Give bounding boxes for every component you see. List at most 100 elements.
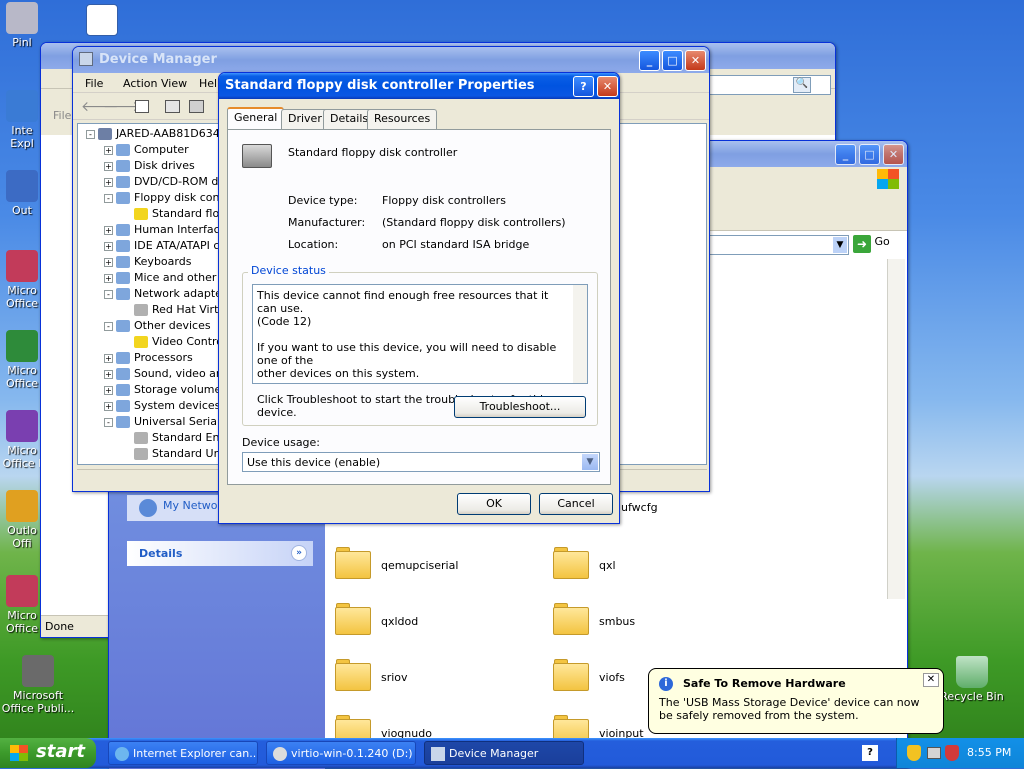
tree-expander-icon[interactable]: + [104,145,113,155]
security-shield-icon[interactable] [907,745,921,761]
folder-label[interactable]: qemupciserial [381,559,458,572]
folder-icon[interactable] [335,659,371,691]
folder-icon[interactable] [553,659,589,691]
desktop-icon-3[interactable]: Micro Office [0,250,44,310]
network-places-icon [139,499,157,517]
explorer-minimize-button[interactable]: _ [835,144,856,165]
tab-resources[interactable]: Resources [367,109,438,129]
details-panel-header[interactable]: Details » [127,541,313,566]
balloon-close-icon[interactable]: ✕ [923,673,939,687]
tree-item[interactable]: + Disk drives [104,158,195,174]
dm-menu-action[interactable]: Action [123,77,157,90]
word-doc-icon-shortcut[interactable] [82,4,122,38]
folder-label[interactable]: sriov [381,671,408,684]
tree-expander-icon[interactable]: + [104,353,113,363]
taskbar-virtio-button[interactable]: virtio-win-0.1.240 (D:) [266,741,416,765]
desktop-icon-5[interactable]: Micro Office I [0,410,44,470]
tree-expander-icon[interactable]: + [104,225,113,235]
properties-icon[interactable] [165,100,180,113]
help-button[interactable]: ? [573,76,594,97]
tab-general[interactable]: General [227,107,285,129]
device-manager-close-button[interactable]: ✕ [685,50,706,71]
properties-title-bar[interactable]: Standard floppy disk controller Properti… [219,73,619,99]
tree-item[interactable]: - JARED-AAB81D634 [86,126,220,142]
show-hide-tree-icon[interactable] [135,100,149,113]
explorer-maximize-button[interactable]: □ [859,144,880,165]
device-status-textbox[interactable]: This device cannot find enough free reso… [252,284,588,419]
desktop-icon-8[interactable]: Microsoft Office Publi... [0,655,76,715]
alert-shield-icon[interactable] [945,745,959,761]
dm-menu-file[interactable]: File [85,77,103,90]
folder-label[interactable]: viofs [599,671,625,684]
folder-label[interactable]: qxl [599,559,616,572]
tree-expander-icon[interactable]: - [104,417,113,427]
tree-expander-icon[interactable]: - [104,289,113,299]
folder-label[interactable]: smbus [599,615,635,628]
desktop-icon-4[interactable]: Micro Office [0,330,44,390]
taskbar-ie-button[interactable]: Internet Explorer can... [108,741,258,765]
device-usage-select[interactable]: Use this device (enable) ▼ [242,452,600,472]
start-button[interactable]: start [0,738,96,768]
partial-file-label: ufwcfg [621,501,658,514]
folder-icon[interactable] [335,547,371,579]
ok-button[interactable]: OK [457,493,531,515]
folder-icon[interactable] [553,547,589,579]
device-category-icon [98,128,112,140]
device-manager-maximize-button[interactable]: □ [662,50,683,71]
desktop-icon-6[interactable]: Outlo Offi [0,490,44,550]
explorer-address-dropdown-icon[interactable]: ▼ [833,237,847,253]
tree-expander-icon[interactable]: + [104,241,113,251]
folder-icon[interactable] [553,603,589,635]
tree-expander-icon[interactable]: + [104,369,113,379]
explorer-address-dropdown[interactable] [709,235,849,255]
tree-expander-icon[interactable]: + [104,273,113,283]
desktop-icon-recycle-bin[interactable]: Recycle Bin [936,656,1008,703]
taskbar-device-manager-button[interactable]: Device Manager [424,741,584,765]
collapse-chevron-icon[interactable]: » [291,545,307,561]
status-scrollbar[interactable] [573,285,587,383]
tree-item[interactable]: + Storage volumes [104,382,227,398]
tree-item[interactable]: - Network adapters [104,286,232,302]
tree-expander-icon[interactable]: - [104,321,113,331]
ie-address-bar[interactable] [701,75,831,95]
dm-menu-view[interactable]: View [161,77,187,90]
safe-remove-balloon[interactable]: i Safe To Remove Hardware The 'USB Mass … [648,668,944,734]
tree-expander-icon[interactable]: + [104,385,113,395]
desktop-icon-1[interactable]: Inte Expl [0,90,44,150]
tree-expander-icon[interactable]: + [104,177,113,187]
tree-expander-icon[interactable]: - [104,193,113,203]
tree-item[interactable]: + Computer [104,142,189,158]
explorer-vertical-scrollbar[interactable] [887,259,905,599]
desktop-icon-7[interactable]: Micro Office [0,575,44,635]
cancel-button[interactable]: Cancel [539,493,613,515]
tree-expander-icon[interactable]: + [104,401,113,411]
folder-icon[interactable] [335,603,371,635]
tree-item[interactable]: + System devices [104,398,220,414]
tree-item[interactable]: + Processors [104,350,193,366]
tab-driver[interactable]: Driver [281,109,329,129]
tree-item[interactable]: - Other devices [104,318,211,334]
desktop-icon-label: Out [12,204,32,217]
device-manager-title: Device Manager [99,52,217,67]
device-manager-minimize-button[interactable]: _ [639,50,660,71]
help-tray-icon[interactable]: ? [862,745,878,761]
ie-search-icon[interactable]: 🔍 [793,77,811,93]
safely-remove-hardware-icon[interactable] [927,747,941,759]
tree-expander-icon[interactable]: + [104,257,113,267]
ie-menu-file[interactable]: File [53,109,71,122]
cd-drive-icon [273,747,287,761]
tree-expander-icon[interactable]: + [104,161,113,171]
properties-close-button[interactable]: ✕ [597,76,618,97]
desktop-icon-2[interactable]: Out [0,170,44,217]
folder-label[interactable]: qxldod [381,615,418,628]
tree-item[interactable]: + Keyboards [104,254,191,270]
desktop-icon-0[interactable]: Pinl [0,2,44,49]
print-icon[interactable] [189,100,204,113]
tree-expander-icon[interactable]: - [86,129,95,139]
device-manager-title-bar[interactable]: Device Manager [73,47,709,73]
dropdown-chevron-icon[interactable]: ▼ [582,454,598,470]
troubleshoot-button[interactable]: Troubleshoot... [454,396,586,418]
explorer-go-button[interactable]: ➜ Go [853,235,899,255]
explorer-close-button[interactable]: ✕ [883,144,904,165]
device-category-icon [116,224,130,236]
